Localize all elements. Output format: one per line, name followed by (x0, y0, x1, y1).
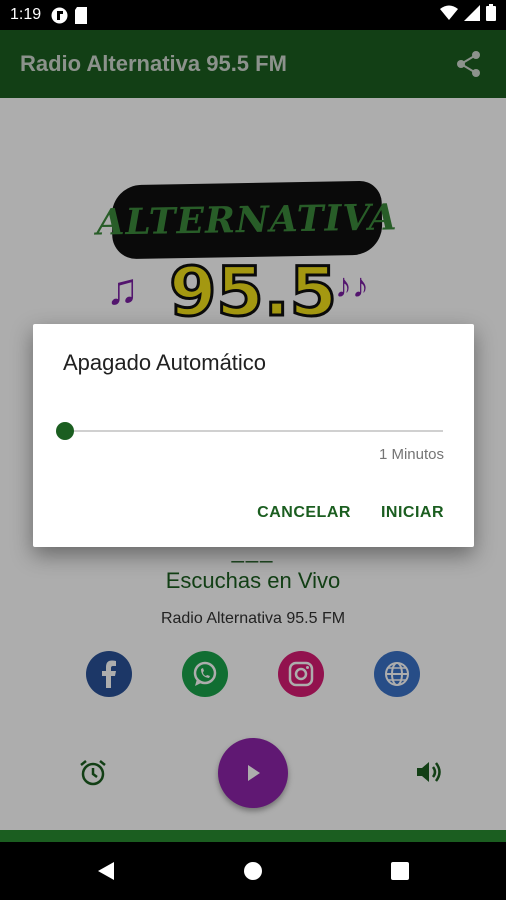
dialog-scrim-top (0, 30, 506, 98)
signal-icon (464, 4, 480, 26)
cancel-button[interactable]: CANCELAR (257, 504, 351, 522)
battery-icon (486, 4, 496, 26)
status-right-icons (440, 4, 496, 26)
sleep-timer-dialog: Apagado Automático 1 Minutos CANCELAR IN… (33, 324, 474, 547)
sd-card-icon (74, 6, 91, 24)
start-button[interactable]: INICIAR (381, 504, 444, 522)
status-bar: 1:19 (0, 0, 506, 30)
timer-value-label: 1 Minutos (378, 446, 444, 463)
dialog-actions: CANCELAR INICIAR (257, 504, 444, 522)
timer-slider-thumb[interactable] (56, 422, 74, 440)
back-icon[interactable] (94, 859, 118, 883)
home-icon[interactable] (241, 859, 265, 883)
status-time: 1:19 (10, 6, 42, 23)
bottom-strip (0, 830, 506, 842)
notification-icon (51, 7, 68, 24)
recents-icon[interactable] (388, 859, 412, 883)
dialog-title: Apagado Automático (63, 350, 267, 375)
timer-slider-track[interactable] (65, 430, 443, 432)
wifi-icon (440, 5, 458, 26)
navigation-bar (0, 842, 506, 900)
